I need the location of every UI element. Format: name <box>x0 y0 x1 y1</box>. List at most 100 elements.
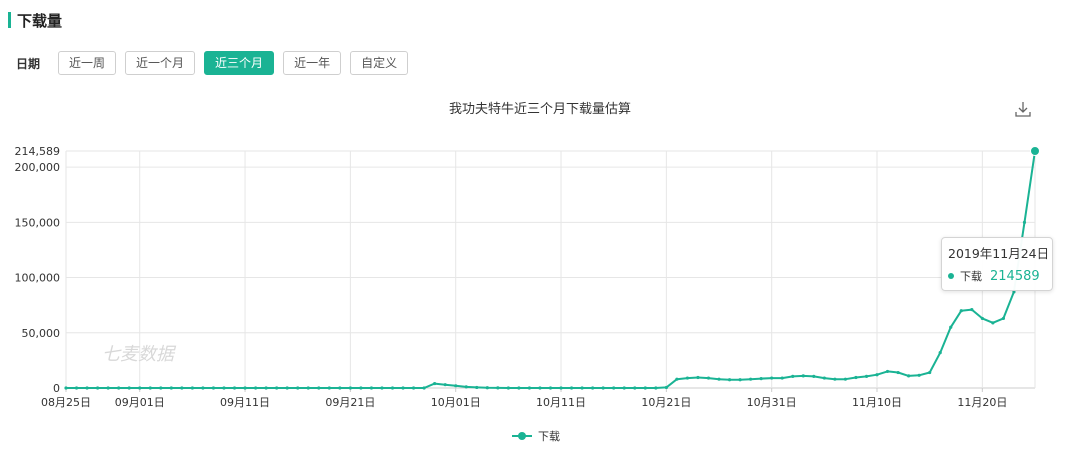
tooltip-value: 214589 <box>990 268 1040 284</box>
chart-tooltip: 2019年11月24日 下载 214589 <box>941 237 1053 291</box>
data-point <box>569 386 574 390</box>
x-tick-label: 11月20日 <box>957 396 1007 409</box>
data-point <box>727 378 732 382</box>
data-point <box>190 386 194 390</box>
data-point <box>780 376 784 380</box>
data-point <box>496 386 500 390</box>
data-point <box>485 386 489 390</box>
data-point <box>422 386 426 390</box>
data-point <box>138 386 142 390</box>
data-point <box>580 386 584 390</box>
data-point <box>664 385 668 390</box>
data-point <box>454 384 458 388</box>
data-point <box>369 386 374 390</box>
data-point <box>854 375 858 380</box>
data-point <box>875 373 879 377</box>
data-point <box>706 376 711 380</box>
legend-marker <box>518 432 526 440</box>
data-point <box>633 386 637 390</box>
data-point <box>169 386 173 390</box>
data-point <box>327 386 331 390</box>
x-tick-label: 09月11日 <box>220 396 270 409</box>
data-point <box>738 378 742 382</box>
x-tick-label: 10月31日 <box>747 396 797 409</box>
data-point <box>127 386 131 390</box>
x-tick-label: 08月25日 <box>41 396 91 409</box>
data-point <box>222 386 226 390</box>
data-point <box>211 386 216 390</box>
data-point <box>401 386 405 390</box>
data-point <box>970 307 974 312</box>
data-point <box>275 386 279 390</box>
data-point <box>833 377 837 381</box>
data-point <box>538 386 542 390</box>
data-point <box>685 376 690 380</box>
data-point <box>601 386 605 390</box>
data-point <box>907 374 911 378</box>
data-point <box>949 325 953 329</box>
data-point <box>696 375 700 380</box>
data-point <box>812 374 816 379</box>
data-point <box>85 386 89 390</box>
tooltip-date: 2019年11月24日 <box>948 246 1050 261</box>
data-point <box>443 383 447 387</box>
data-point <box>117 386 121 390</box>
data-point <box>348 386 352 390</box>
data-point <box>232 386 237 390</box>
y-tick-label: 0 <box>53 382 60 395</box>
y-tick-label: 200,000 <box>15 161 61 174</box>
data-point <box>759 377 763 381</box>
data-point <box>980 316 984 321</box>
data-point <box>591 386 595 390</box>
data-point <box>938 351 942 355</box>
data-point <box>64 386 68 390</box>
data-point <box>506 386 510 390</box>
data-point <box>717 377 721 381</box>
data-point <box>390 386 395 390</box>
line-chart: 0 50,000 100,000 150,000 200,000 214,589 08月25… <box>15 145 1040 443</box>
tooltip-row: 下载 214589 <box>948 268 1046 284</box>
data-point <box>843 377 848 381</box>
data-point <box>1030 146 1040 156</box>
data-point <box>864 374 869 379</box>
data-point <box>296 386 300 390</box>
data-point <box>264 386 268 390</box>
data-point <box>159 386 163 390</box>
data-point <box>991 321 995 325</box>
data-point <box>917 373 921 377</box>
x-tick-label: 10月01日 <box>431 396 481 409</box>
data-point <box>95 386 100 390</box>
data-point <box>201 386 205 390</box>
data-point <box>433 381 437 386</box>
data-point <box>928 370 932 375</box>
data-point <box>612 386 616 390</box>
data-point <box>338 386 342 390</box>
data-point <box>317 386 321 390</box>
tooltip-series-dot <box>948 273 954 279</box>
data-point <box>243 386 247 390</box>
data-point <box>654 386 658 390</box>
tooltip-series-name: 下载 <box>960 270 982 283</box>
data-point <box>475 385 479 390</box>
data-point <box>548 386 553 390</box>
x-tick-label: 10月11日 <box>536 396 586 409</box>
y-tick-label: 150,000 <box>15 216 61 229</box>
legend-label: 下载 <box>538 430 560 443</box>
series-line-download <box>66 150 1036 389</box>
y-tick-label: 50,000 <box>22 327 61 340</box>
data-point <box>822 376 826 380</box>
data-point <box>527 386 532 390</box>
x-tick-label: 09月01日 <box>115 396 165 409</box>
y-tick-label: 100,000 <box>15 272 61 285</box>
data-point <box>896 370 900 375</box>
data-point <box>285 386 289 390</box>
data-point <box>959 309 963 313</box>
x-tick-label: 10月21日 <box>641 396 691 409</box>
data-point <box>1001 316 1006 321</box>
data-point <box>148 386 152 390</box>
watermark: 七麦数据 <box>102 344 177 365</box>
data-point <box>1022 220 1027 224</box>
data-point <box>359 386 363 390</box>
y-tick-label: 214,589 <box>15 145 61 158</box>
data-point <box>770 376 774 380</box>
